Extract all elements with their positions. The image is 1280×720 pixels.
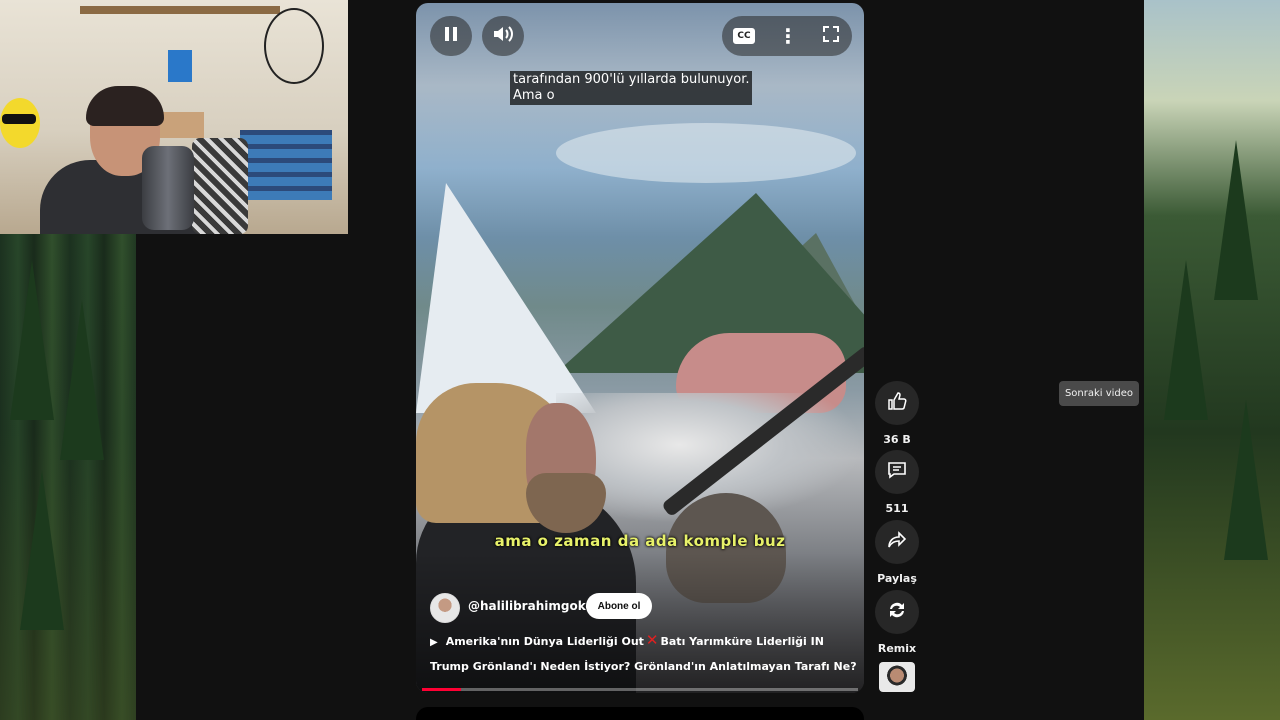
like-button[interactable] xyxy=(875,381,919,425)
playlist-text-part1: Amerika'nın Dünya Liderliği Out xyxy=(445,635,644,648)
volume-icon xyxy=(492,25,514,48)
next-video-preview[interactable] xyxy=(416,707,864,720)
shelf xyxy=(80,6,280,14)
fullscreen-icon xyxy=(822,25,840,48)
share-button[interactable] xyxy=(875,520,919,564)
fullscreen-button[interactable] xyxy=(816,16,846,56)
caption-line-2: Ama o xyxy=(513,88,555,103)
more-vert-icon: ⋮ xyxy=(778,24,798,48)
microphone xyxy=(142,146,194,230)
more-options-button[interactable]: ⋮ xyxy=(774,16,802,56)
video-title[interactable]: Trump Grönland'ı Neden İstiyor? Grönland… xyxy=(430,660,857,673)
stacked-boxes xyxy=(240,130,332,200)
comment-action[interactable]: 511 xyxy=(874,450,920,515)
pause-button[interactable] xyxy=(430,16,472,56)
video-iceberg xyxy=(416,183,596,413)
thumbs-up-icon xyxy=(887,391,907,416)
comment-icon xyxy=(887,460,907,485)
webcam-overlay xyxy=(0,0,348,234)
volume-button[interactable] xyxy=(482,16,524,56)
like-count: 36 B xyxy=(883,433,911,446)
tree-shape xyxy=(60,300,104,460)
tree-shape xyxy=(1224,400,1268,560)
share-icon xyxy=(887,530,907,555)
next-video-tooltip: Sonraki video xyxy=(1059,381,1139,406)
caption-line-1: tarafından 900'lü yıllarda bulunuyor. xyxy=(513,72,750,87)
playlist-text-part2: Batı Yarımküre Liderliği IN xyxy=(660,635,824,648)
cardboard-box xyxy=(160,112,204,138)
channel-handle[interactable]: @halilibrahimgoker xyxy=(468,599,599,613)
video-clouds xyxy=(556,123,856,183)
shorts-video-player[interactable]: CC ⋮ tarafından 900'lü yıllarda bulunuyo… xyxy=(416,3,864,693)
playlist-link[interactable]: ▶ Amerika'nın Dünya Liderliği Out ✕ Batı Ya… xyxy=(430,631,824,649)
captions-button[interactable]: CC xyxy=(730,16,758,56)
play-icon: ▶ xyxy=(430,637,438,648)
pause-icon xyxy=(444,26,458,47)
progress-fill xyxy=(422,688,462,691)
remix-action[interactable]: Remix xyxy=(874,590,920,655)
like-action[interactable]: 36 B xyxy=(874,381,920,446)
closed-caption: tarafından 900'lü yıllarda bulunuyor. Am… xyxy=(510,71,753,105)
smiley-sunglasses xyxy=(2,114,36,124)
comments-button[interactable] xyxy=(875,450,919,494)
tree-shape xyxy=(1214,140,1258,300)
share-action[interactable]: Paylaş xyxy=(874,520,920,585)
remix-icon xyxy=(887,600,907,625)
cable-loop xyxy=(264,8,324,84)
share-label: Paylaş xyxy=(877,572,917,585)
sound-source-thumbnail[interactable] xyxy=(879,662,915,692)
channel-avatar[interactable] xyxy=(430,593,460,623)
camo-chair xyxy=(192,138,248,234)
remix-button[interactable] xyxy=(875,590,919,634)
blue-bag xyxy=(168,50,192,82)
tree-shape xyxy=(10,260,54,420)
remix-label: Remix xyxy=(877,642,917,655)
comment-count: 511 xyxy=(885,502,909,515)
player-controls-pill: CC ⋮ xyxy=(722,16,852,56)
cross-mark-icon: ✕ xyxy=(645,631,659,649)
subscribe-button[interactable]: Abone ol xyxy=(586,593,652,619)
forest-background-right xyxy=(1144,0,1280,720)
burned-in-subtitle: ama o zaman da ada komple buz xyxy=(494,532,786,550)
tree-shape xyxy=(1164,260,1208,420)
streamer-hair xyxy=(86,86,164,126)
progress-bar[interactable] xyxy=(422,688,858,691)
tree-shape xyxy=(20,470,64,630)
cc-icon: CC xyxy=(733,28,755,44)
